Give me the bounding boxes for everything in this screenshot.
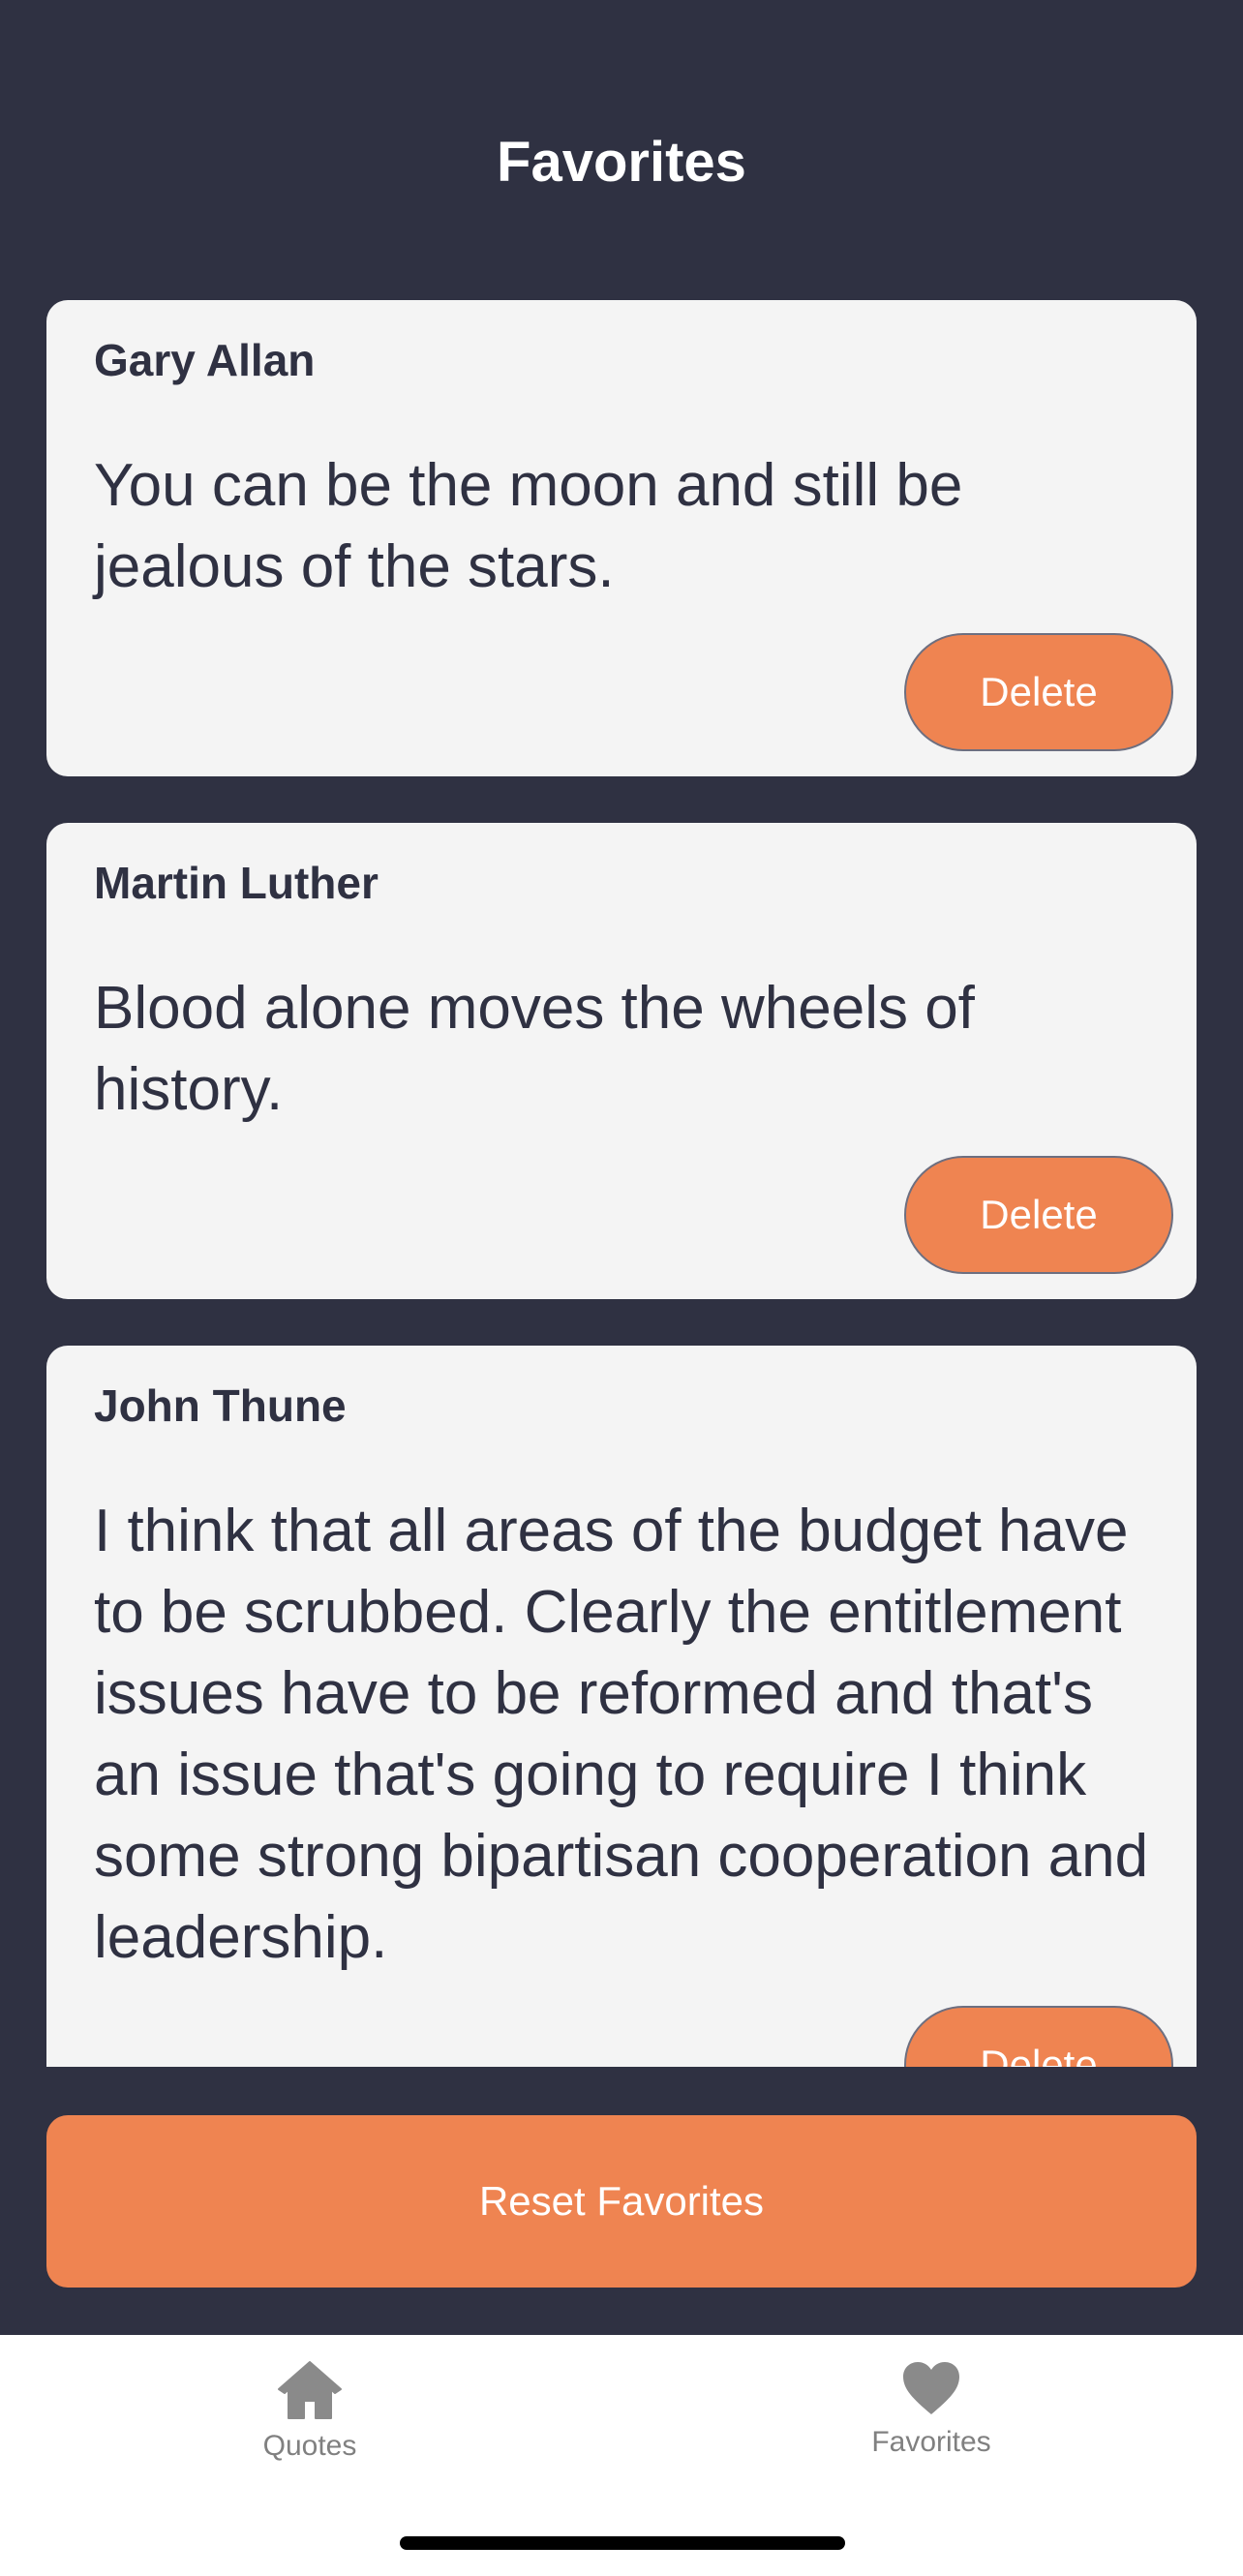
delete-button[interactable]: Delete — [904, 633, 1173, 751]
page-title: Favorites — [497, 131, 746, 194]
delete-button[interactable]: Delete — [904, 2006, 1173, 2067]
quote-author: Martin Luther — [94, 858, 379, 908]
quote-text: Blood alone moves the wheels of history. — [94, 975, 975, 1123]
home-icon — [278, 2361, 342, 2419]
favorites-list[interactable]: Gary Allan You can be the moon and still… — [0, 300, 1243, 2067]
home-indicator[interactable] — [400, 2536, 845, 2550]
reset-favorites-button[interactable]: Reset Favorites — [46, 2115, 1197, 2288]
quote-author: John Thune — [94, 1380, 347, 1431]
favorite-card: John Thune I think that all areas of the… — [46, 1346, 1197, 2067]
tab-quotes[interactable]: Quotes — [213, 2360, 407, 2465]
quote-text: You can be the moon and still be jealous… — [94, 452, 963, 600]
tab-label: Quotes — [262, 2430, 357, 2462]
favorites-screen: Favorites Gary Allan You can be the moon… — [0, 0, 1243, 2576]
tab-label: Favorites — [871, 2426, 991, 2458]
favorite-card: Martin Luther Blood alone moves the whee… — [46, 823, 1197, 1299]
quote-text: I think that all areas of the budget hav… — [94, 1498, 1149, 1971]
tab-favorites[interactable]: Favorites — [834, 2360, 1028, 2461]
favorite-card: Gary Allan You can be the moon and still… — [46, 300, 1197, 776]
delete-button[interactable]: Delete — [904, 1156, 1173, 1274]
heart-icon — [903, 2362, 959, 2414]
quote-author: Gary Allan — [94, 335, 316, 385]
